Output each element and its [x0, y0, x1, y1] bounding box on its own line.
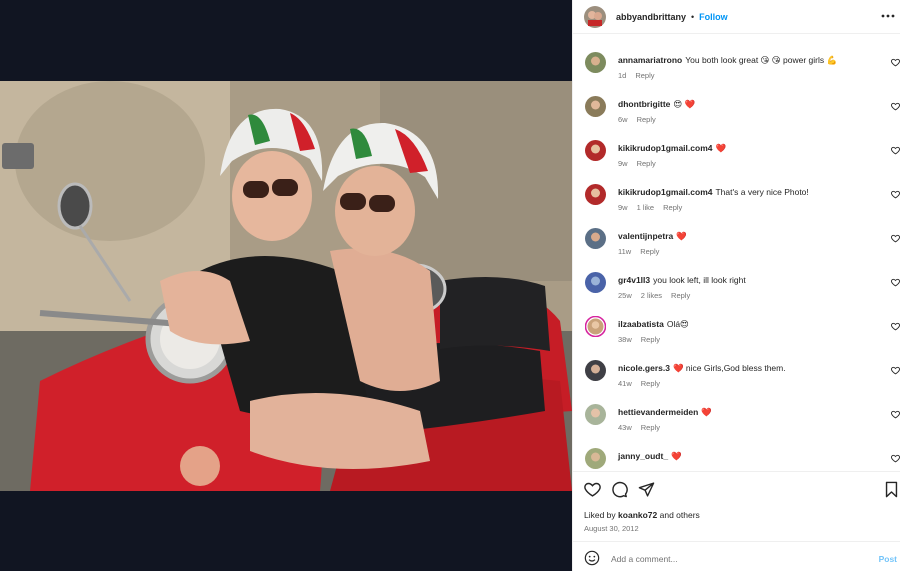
header-separator: •: [691, 11, 695, 22]
liked-by-others[interactable]: and others: [660, 510, 700, 520]
emoji-icon[interactable]: [584, 550, 600, 566]
comment-time: 6w: [618, 115, 628, 124]
comment-text: You both look great 😘 😘 power girls 💪: [685, 55, 838, 65]
author-username[interactable]: abbyandbrittany: [616, 12, 686, 22]
comment-username[interactable]: kikikrudop1gmail.com4: [618, 143, 712, 153]
save-bookmark-icon[interactable]: [883, 481, 900, 498]
like-heart-icon[interactable]: [584, 481, 601, 498]
reply-button[interactable]: Reply: [641, 335, 660, 344]
reply-button[interactable]: Reply: [635, 71, 654, 80]
reply-button[interactable]: Reply: [663, 203, 682, 212]
like-comment-heart-icon[interactable]: [891, 322, 900, 331]
comment-bubble-icon[interactable]: [611, 481, 628, 498]
commenter-avatar[interactable]: [585, 140, 606, 161]
comment-time: 41w: [618, 379, 632, 388]
comment-item: kikikrudop1gmail.com4 That's a very nice …: [573, 170, 900, 214]
commenter-avatar[interactable]: [585, 404, 606, 425]
comment-composer: Add a comment... Post: [573, 541, 900, 571]
comment-likes[interactable]: 1 like: [637, 203, 655, 212]
post-sidebar: abbyandbrittany • Follow annamariatrono Y…: [572, 0, 900, 571]
comment-time: 9w: [618, 159, 628, 168]
liked-by-user[interactable]: koanko72: [618, 510, 657, 520]
post-media: [0, 0, 572, 571]
commenter-avatar[interactable]: [585, 272, 606, 293]
commenter-avatar[interactable]: [585, 96, 606, 117]
comment-username[interactable]: hettievandermeiden: [618, 407, 698, 417]
comment-time: 38w: [618, 335, 632, 344]
commenter-avatar[interactable]: [585, 52, 606, 73]
comment-username[interactable]: nicole.gers.3: [618, 363, 670, 373]
comment-input[interactable]: Add a comment...: [611, 554, 678, 564]
comment-item: valentijnpetra ❤️ 11w Reply: [573, 214, 900, 258]
comment-text: That's a very nice Photo!: [715, 187, 809, 197]
photo-illustration: [0, 81, 572, 491]
comment-username[interactable]: ilzaabatista: [618, 319, 664, 329]
post-comment-button[interactable]: Post: [879, 554, 897, 564]
comment-item: ilzaabatista Olá😍 38w Reply: [573, 302, 900, 346]
comment-item: janny_oudt_ ❤️: [573, 434, 900, 471]
reply-button[interactable]: Reply: [640, 247, 659, 256]
comment-time: 43w: [618, 423, 632, 432]
comment-item: hettievandermeiden ❤️ 43w Reply: [573, 390, 900, 434]
post-date: August 30, 2012: [584, 524, 639, 533]
liked-by: Liked by koanko72 and others: [584, 510, 700, 520]
comment-username[interactable]: annamariatrono: [618, 55, 682, 65]
comment-item: gr4v1ll3 you look left, ill look right 25…: [573, 258, 900, 302]
comment-text: ❤️: [701, 407, 712, 417]
reply-button[interactable]: Reply: [637, 159, 656, 168]
commenter-avatar[interactable]: [585, 360, 606, 381]
comment-likes[interactable]: 2 likes: [641, 291, 662, 300]
post-header: abbyandbrittany • Follow: [573, 0, 900, 34]
commenter-avatar[interactable]: [585, 184, 606, 205]
like-comment-heart-icon[interactable]: [891, 190, 900, 199]
comment-text: 😍 ❤️: [673, 99, 696, 109]
author-avatar[interactable]: [584, 5, 606, 28]
comment-username[interactable]: kikikrudop1gmail.com4: [618, 187, 712, 197]
reply-button[interactable]: Reply: [671, 291, 690, 300]
like-comment-heart-icon[interactable]: [891, 58, 900, 67]
comment-item: dhontbrigitte 😍 ❤️ 6w Reply: [573, 82, 900, 126]
commenter-avatar-story[interactable]: [585, 316, 606, 337]
comment-username[interactable]: gr4v1ll3: [618, 275, 650, 285]
comment-text: ❤️: [715, 143, 727, 153]
comment-username[interactable]: janny_oudt_: [618, 451, 668, 461]
like-comment-heart-icon[interactable]: [891, 278, 900, 287]
comment-time: 11w: [618, 247, 632, 256]
liked-by-prefix: Liked by: [584, 510, 616, 520]
comment-time: 25w: [618, 291, 632, 300]
like-comment-heart-icon[interactable]: [891, 146, 900, 155]
comment-text: ❤️ nice Girls,God bless them.: [672, 363, 786, 373]
commenter-avatar[interactable]: [585, 448, 606, 469]
post-actions: Liked by koanko72 and others August 30, …: [573, 471, 900, 541]
reply-button[interactable]: Reply: [641, 423, 660, 432]
follow-button[interactable]: Follow: [699, 12, 728, 22]
comment-item: annamariatrono You both look great 😘 😘 po…: [573, 38, 900, 82]
comment-username[interactable]: dhontbrigitte: [618, 99, 670, 109]
like-comment-heart-icon[interactable]: [891, 102, 900, 111]
share-paper-plane-icon[interactable]: [638, 481, 655, 498]
comments-list[interactable]: annamariatrono You both look great 😘 😘 po…: [573, 38, 900, 471]
comment-username[interactable]: valentijnpetra: [618, 231, 673, 241]
like-comment-heart-icon[interactable]: [891, 366, 900, 375]
comment-time: 1d: [618, 71, 627, 80]
comment-text: Olá😍: [666, 319, 689, 329]
like-comment-heart-icon[interactable]: [891, 410, 900, 419]
comment-item: nicole.gers.3 ❤️ nice Girls,God bless the…: [573, 346, 900, 390]
like-comment-heart-icon[interactable]: [891, 454, 900, 463]
post-photo[interactable]: [0, 81, 572, 491]
like-comment-heart-icon[interactable]: [891, 234, 900, 243]
comment-time: 9w: [618, 203, 628, 212]
comment-item: kikikrudop1gmail.com4 ❤️ 9w Reply: [573, 126, 900, 170]
comment-text: ❤️: [671, 451, 682, 461]
comment-text: you look left, ill look right: [653, 275, 746, 285]
more-horizontal-icon[interactable]: [881, 10, 895, 22]
commenter-avatar[interactable]: [585, 228, 606, 249]
reply-button[interactable]: Reply: [641, 379, 660, 388]
comment-text: ❤️: [676, 231, 687, 241]
reply-button[interactable]: Reply: [637, 115, 656, 124]
